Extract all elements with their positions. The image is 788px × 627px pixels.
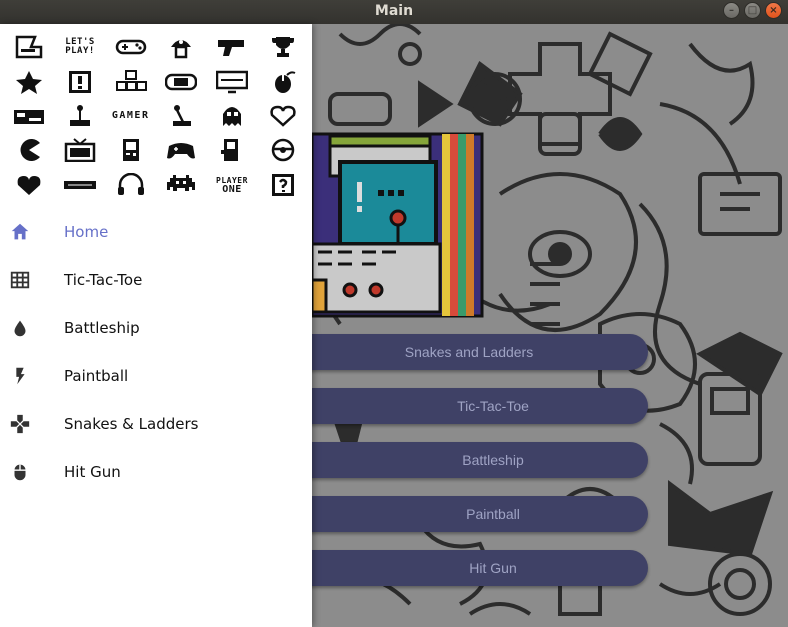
close-button[interactable]: × xyxy=(765,2,782,19)
pacman-icon xyxy=(12,137,46,163)
mouse-icon xyxy=(8,460,32,484)
button-label: Hit Gun xyxy=(469,560,517,576)
home-icon xyxy=(8,220,32,244)
navigation-drawer: LET'S PLAY! GAMER PLAYER ONE Home Tic-Ta… xyxy=(0,24,312,627)
trophy-icon xyxy=(266,34,300,60)
paintball-button[interactable]: Paintball xyxy=(290,496,648,532)
exclamation-block-icon xyxy=(63,69,97,95)
snakes-and-ladders-button[interactable]: Snakes and Ladders xyxy=(290,334,648,370)
mushroom-icon xyxy=(164,34,198,60)
gamepad-icon xyxy=(114,34,148,60)
zapper-gun-icon xyxy=(215,34,249,60)
handheld-console-icon xyxy=(164,69,198,95)
lets-play-text: LET'S PLAY! xyxy=(63,34,97,60)
gamer-text: GAMER xyxy=(111,103,150,129)
ghost-icon xyxy=(215,103,249,129)
nav-label-tic-tac-toe: Tic-Tac-Toe xyxy=(64,271,143,289)
nav-item-tic-tac-toe[interactable]: Tic-Tac-Toe xyxy=(0,256,312,304)
gamepad-alt-icon xyxy=(164,137,198,163)
keyboard-keys-icon xyxy=(114,69,148,95)
nav-label-home: Home xyxy=(64,223,109,241)
question-block-icon xyxy=(266,172,300,198)
drawer-header-icon-grid: LET'S PLAY! GAMER PLAYER ONE xyxy=(4,30,308,202)
nav-item-paintball[interactable]: Paintball xyxy=(0,352,312,400)
button-label: Snakes and Ladders xyxy=(404,344,534,360)
nav-label-hit-gun: Hit Gun xyxy=(64,463,121,481)
window-titlebar: Main – □ × xyxy=(0,0,788,24)
maximize-button[interactable]: □ xyxy=(744,2,761,19)
flash-icon xyxy=(8,364,32,388)
star-icon xyxy=(12,69,46,95)
joystick-icon xyxy=(63,103,97,129)
monitor-icon xyxy=(215,69,249,95)
button-label: Tic-Tac-Toe xyxy=(457,398,529,414)
battleship-button[interactable]: Battleship xyxy=(290,442,648,478)
nav-item-snakes-ladders[interactable]: Snakes & Ladders xyxy=(0,400,312,448)
arcade-cabinet-icon xyxy=(12,34,46,60)
arcade-illustration xyxy=(312,132,484,318)
lets-play-line2: PLAY! xyxy=(65,46,95,57)
window-title: Main xyxy=(374,3,414,19)
nav-label-battleship: Battleship xyxy=(64,319,140,337)
mouse-icon xyxy=(266,69,300,95)
minimize-button[interactable]: – xyxy=(723,2,740,19)
space-invader-icon xyxy=(164,172,198,198)
dpad-icon xyxy=(8,412,32,436)
hit-gun-button[interactable]: Hit Gun xyxy=(290,550,648,586)
nav-item-home[interactable]: Home xyxy=(0,208,312,256)
player-one-text: PLAYER ONE xyxy=(215,172,249,198)
water-drop-icon xyxy=(8,316,32,340)
nav-label-snakes-ladders: Snakes & Ladders xyxy=(64,415,199,433)
player-one-line2: ONE xyxy=(222,183,242,195)
heart-outline-icon xyxy=(266,103,300,129)
vhs-console-icon xyxy=(63,172,97,198)
arcade-machine-icon xyxy=(215,137,249,163)
console-icon xyxy=(12,103,46,129)
steering-wheel-icon xyxy=(266,137,300,163)
gamer-line1: GAMER xyxy=(111,110,150,122)
retro-tv-icon xyxy=(63,137,97,163)
heart-icon xyxy=(12,172,46,198)
gameboy-icon xyxy=(114,137,148,163)
nav-label-paintball: Paintball xyxy=(64,367,129,385)
button-label: Paintball xyxy=(466,506,520,522)
arcade-stick-icon xyxy=(164,103,198,129)
nav-item-battleship[interactable]: Battleship xyxy=(0,304,312,352)
grid-icon xyxy=(8,268,32,292)
drawer-nav-list: Home Tic-Tac-Toe Battleship Paintball Sn… xyxy=(0,208,312,496)
button-label: Battleship xyxy=(462,452,524,468)
tic-tac-toe-button[interactable]: Tic-Tac-Toe xyxy=(290,388,648,424)
window-controls: – □ × xyxy=(723,2,782,19)
headphones-icon xyxy=(114,172,148,198)
nav-item-hit-gun[interactable]: Hit Gun xyxy=(0,448,312,496)
